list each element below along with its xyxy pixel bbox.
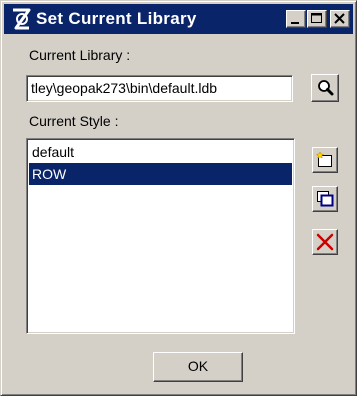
title-bar[interactable]: Set Current Library: [4, 4, 353, 34]
new-style-icon: [315, 151, 332, 167]
maximize-icon: [311, 13, 322, 23]
new-style-button[interactable]: [312, 147, 338, 173]
set-current-library-dialog: Set Current Library Current Library : tl…: [0, 0, 357, 396]
copy-style-button[interactable]: [312, 186, 338, 212]
current-library-field[interactable]: tley\geopak273\bin\default.ldb: [26, 75, 293, 102]
style-list[interactable]: default ROW: [26, 138, 295, 334]
close-button[interactable]: [330, 10, 350, 28]
window-title: Set Current Library: [36, 9, 197, 28]
magnifier-icon: [318, 80, 334, 96]
current-style-label: Current Style :: [29, 113, 119, 129]
maximize-button[interactable]: [307, 10, 327, 28]
delete-style-button[interactable]: [312, 229, 338, 255]
ok-button[interactable]: OK: [153, 352, 243, 382]
list-item-selected[interactable]: ROW: [29, 163, 292, 185]
list-item[interactable]: default: [29, 141, 292, 163]
current-library-label: Current Library :: [29, 47, 131, 63]
minimize-button[interactable]: [286, 10, 306, 28]
minimize-icon: [291, 22, 299, 24]
geopak-logo-icon: [13, 8, 31, 30]
close-icon: [334, 13, 345, 24]
copy-style-icon: [317, 191, 334, 207]
browse-library-button[interactable]: [311, 74, 339, 102]
delete-style-icon: [316, 233, 334, 251]
